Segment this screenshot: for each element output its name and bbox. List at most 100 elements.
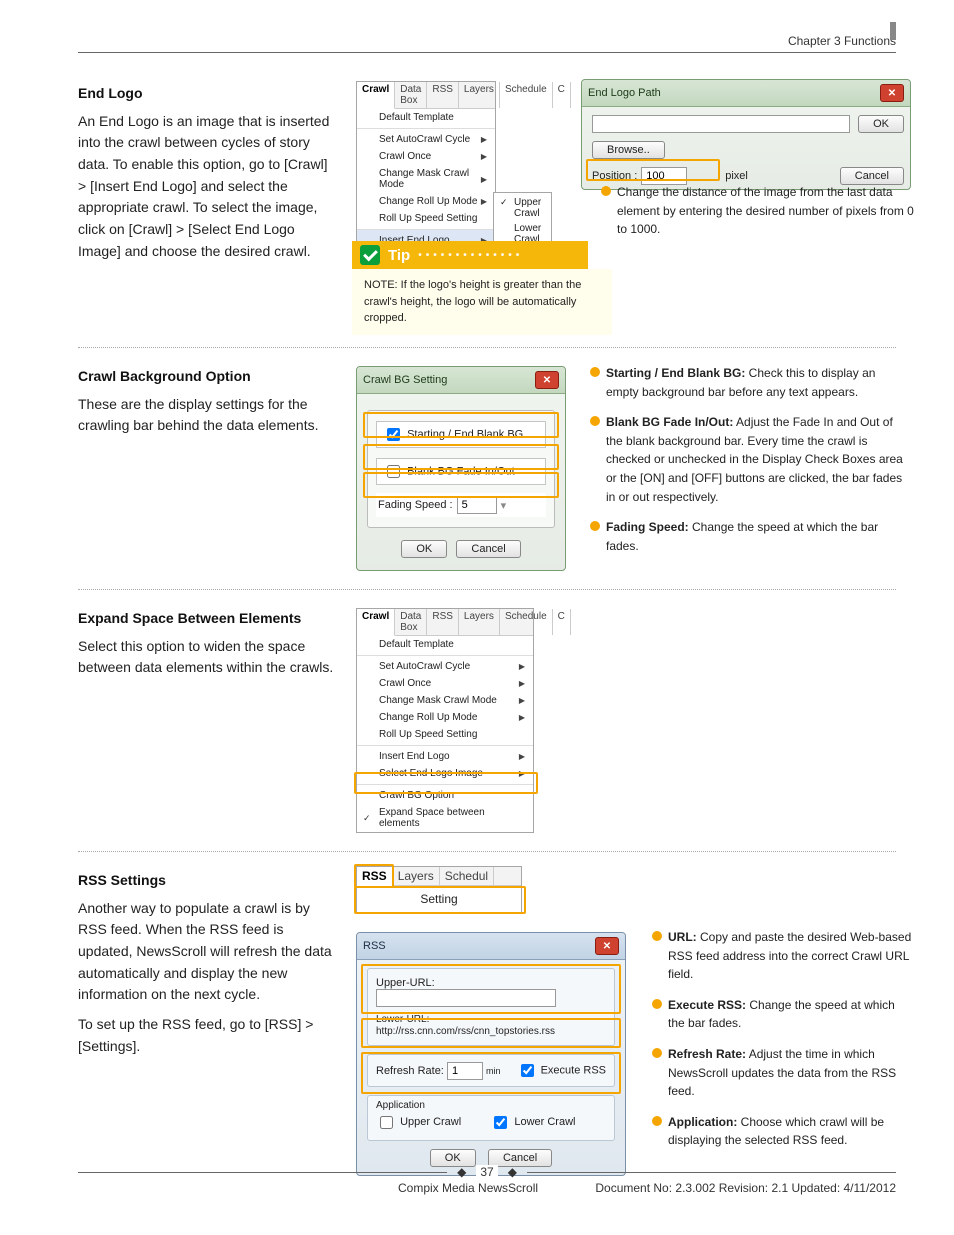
section-body-rss-2: To set up the RSS feed, go to [RSS] > [S… [78,1014,338,1057]
menu-item-label: Roll Up Speed Setting [379,729,477,740]
upper-crawl-checkbox[interactable] [380,1116,393,1129]
crawl-bg-setting-dialog: Crawl BG Setting ✕ Starting / End Blank … [356,366,566,571]
close-icon[interactable]: ✕ [595,937,619,955]
tip-banner: Tip •••••••••••••• [352,241,588,269]
rss-menu[interactable]: RSS Layers Schedul Setting [356,866,522,913]
page-footer: ◆ 37 ◆ Compix Media NewsScroll Document … [78,1165,896,1195]
tip-check-icon [360,245,380,265]
footer-left: Compix Media NewsScroll [398,1181,538,1195]
chevron-right-icon: ▶ [519,769,525,778]
crawl-menu-expand[interactable]: Crawl Data Box RSS Layers Schedule C Def… [356,608,534,833]
end-logo-path-field[interactable] [592,115,850,133]
tab[interactable]: Layers [459,82,500,108]
ok-button[interactable]: OK [401,540,447,558]
menu-item[interactable]: Roll Up Speed Setting [357,210,495,227]
application-label: Application [376,1100,606,1111]
position-label: Position : [592,170,637,182]
dialog-title: Crawl BG Setting [363,374,447,386]
ok-button[interactable]: OK [858,115,904,133]
menu-item[interactable]: ✓ Expand Space between elements [357,804,533,832]
chevron-right-icon: ▶ [519,679,525,688]
section-title-rss: RSS Settings [78,870,338,892]
menu-item[interactable]: Crawl BG Option [357,784,533,804]
tab[interactable]: Crawl [357,82,395,109]
bullet-icon [601,186,611,196]
tab[interactable]: Schedule [500,82,553,108]
cancel-button[interactable]: Cancel [456,540,520,558]
menu-item[interactable]: Default Template [357,109,495,126]
section-title-expand: Expand Space Between Elements [78,608,338,630]
menu-item-label: Set AutoCrawl Cycle [379,134,470,145]
tab[interactable]: Schedule [500,609,553,635]
menu-item[interactable]: Change Mask Crawl Mode▶ [357,165,495,193]
menu-item[interactable]: Set AutoCrawl Cycle▶ [357,655,533,675]
tab[interactable]: Data Box [395,82,427,108]
menu-item[interactable]: Change Roll Up Mode▶ [357,709,533,726]
menu-tabs: Crawl Data Box RSS Layers Schedule C [357,82,495,109]
callout-refresh-rate: Refresh Rate: Adjust the time in which N… [652,1045,912,1101]
menu-item[interactable]: Crawl Once▶ [357,675,533,692]
position-unit: pixel [725,170,748,182]
menu-item[interactable]: Change Mask Crawl Mode▶ [357,692,533,709]
upper-url-field[interactable] [376,989,556,1007]
tab[interactable]: Layers [393,867,440,885]
browse-button[interactable]: Browse.. [592,141,665,159]
tab[interactable]: RSS [357,867,393,886]
check-icon: ✓ [363,813,371,824]
menu-item-label: Select End Logo Image [379,768,483,779]
lower-crawl-label: Lower Crawl [514,1116,575,1128]
menu-item-label: Roll Up Speed Setting [379,213,477,224]
menu-item-label: Crawl BG Option [379,790,454,801]
starting-end-blank-bg-checkbox[interactable] [387,428,400,441]
section-title-endlogo: End Logo [78,83,338,105]
callout-fading-speed: Fading Speed: Change the speed at which … [590,518,910,555]
chevron-right-icon: ▶ [519,752,525,761]
section-title-crawlbg: Crawl Background Option [78,366,338,388]
callout-blank-bg-fade: Blank BG Fade In/Out: Adjust the Fade In… [590,413,910,506]
menu-item-label: Default Template [379,112,454,123]
menu-tabs: Crawl Data Box RSS Layers Schedule C [357,609,533,636]
close-icon[interactable]: ✕ [880,84,904,102]
dialog-title: RSS [363,940,386,952]
menu-item-setting[interactable]: Setting [357,886,521,912]
section-body-expand: Select this option to widen the space be… [78,636,338,679]
bullet-icon [590,521,600,531]
tip-note: NOTE: If the logo's height is greater th… [352,269,612,335]
tab[interactable]: Layers [459,609,500,635]
page-number: 37 [476,1165,497,1179]
submenu-item[interactable]: ✓ Upper Crawl [494,195,551,221]
lower-crawl-checkbox[interactable] [494,1116,507,1129]
cb-label: Blank BG Fade In/Out [407,465,515,477]
menu-item[interactable]: Crawl Once ▶ [357,148,495,165]
menu-item[interactable]: Change Roll Up Mode▶ [357,193,495,210]
bullet-icon [652,1116,662,1126]
upper-url-label: Upper-URL: [376,977,435,989]
menu-item[interactable]: Set AutoCrawl Cycle▶ [357,128,495,148]
menu-item[interactable]: Roll Up Speed Setting [357,726,533,743]
menu-item-label: Expand Space between elements [379,807,525,829]
fading-speed-field[interactable] [457,496,497,514]
menu-item[interactable]: Select End Logo Image ▶ [357,765,533,782]
tab[interactable]: RSS [427,609,459,635]
tab[interactable]: RSS [427,82,459,108]
menu-item[interactable]: Insert End Logo▶ [357,745,533,765]
chevron-right-icon: ▶ [481,152,487,161]
tab[interactable]: Data Box [395,609,427,635]
endlogo-callout: Change the distance of the image from th… [601,183,921,239]
tab[interactable]: C [553,82,571,108]
execute-rss-checkbox[interactable] [521,1064,534,1077]
callout-starting-end-blank-bg: Starting / End Blank BG: Check this to d… [590,364,910,401]
blank-bg-fade-checkbox[interactable] [387,465,400,478]
refresh-rate-field[interactable] [447,1062,483,1080]
callout-url: URL: Copy and paste the desired Web-base… [652,928,912,984]
menu-item[interactable]: Default Template [357,636,533,653]
chevron-right-icon: ▶ [481,197,487,206]
tab[interactable]: C [553,609,571,635]
menu-item-label: Crawl Once [379,151,431,162]
tab[interactable]: Schedul [440,867,494,885]
footer-right: Document No: 2.3.002 Revision: 2.1 Updat… [595,1181,896,1195]
bullet-icon [652,1048,662,1058]
menu-item-label: Change Roll Up Mode [379,712,477,723]
close-icon[interactable]: ✕ [535,371,559,389]
tab[interactable]: Crawl [357,609,395,636]
